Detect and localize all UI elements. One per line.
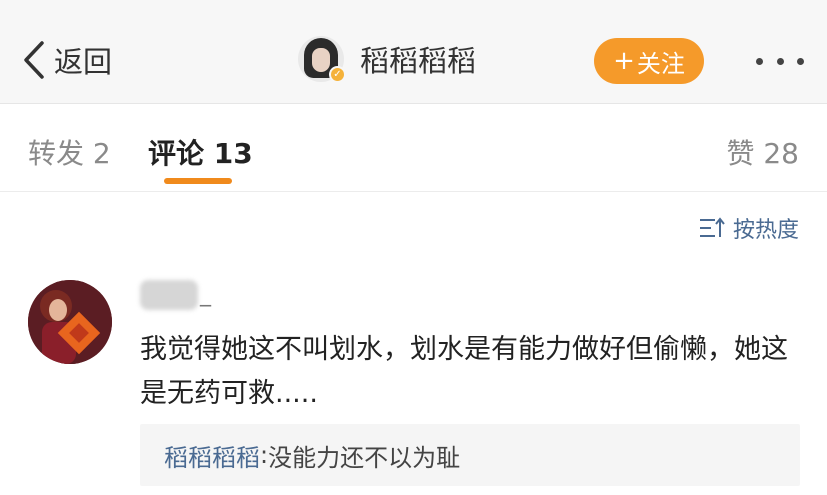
- reply-author[interactable]: 稻稻稻稻: [164, 438, 260, 473]
- commenter-avatar[interactable]: [28, 280, 112, 364]
- tab-comments[interactable]: 评论 13: [148, 132, 253, 172]
- back-label: 返回: [54, 45, 113, 79]
- follow-button[interactable]: + 关注: [594, 38, 704, 84]
- sort-icon: [699, 217, 725, 237]
- tab-repost[interactable]: 转发 2: [28, 132, 111, 172]
- active-tab-indicator: [164, 178, 232, 184]
- top-nav-bar: 返回 ✓ 稻稻稻稻 + 关注: [0, 0, 827, 104]
- comment-item: _ 我觉得她这不叫划水，划水是有能力做好但偷懒，她这是无药可救..... 稻稻稻…: [0, 270, 827, 495]
- profile-header[interactable]: ✓ 稻稻稻稻: [298, 36, 476, 83]
- profile-name[interactable]: 稻稻稻稻: [360, 38, 476, 80]
- commenter-username-suffix: _: [200, 282, 211, 307]
- reply-preview[interactable]: 稻稻稻稻 : 没能力还不以为耻: [140, 424, 800, 486]
- back-button[interactable]: 返回: [22, 38, 112, 82]
- plus-icon: +: [613, 46, 635, 76]
- follow-label: 关注: [636, 49, 685, 78]
- tab-bar: 转发 2 评论 13 赞 28: [0, 104, 827, 192]
- sort-label: 按热度: [732, 218, 799, 243]
- verified-badge-icon: ✓: [329, 66, 346, 83]
- reply-colon: :: [260, 441, 269, 469]
- more-dots-icon[interactable]: [756, 54, 804, 68]
- sort-button[interactable]: 按热度: [699, 212, 799, 244]
- reply-text: 没能力还不以为耻: [268, 443, 461, 472]
- comment-text: 我觉得她这不叫划水，划水是有能力做好但偷懒，她这是无药可救.....: [140, 334, 788, 409]
- commenter-username-blurred[interactable]: [140, 280, 198, 310]
- chevron-left-icon: [24, 41, 44, 79]
- avatar[interactable]: ✓: [298, 36, 346, 83]
- tab-likes[interactable]: 赞 28: [726, 132, 799, 172]
